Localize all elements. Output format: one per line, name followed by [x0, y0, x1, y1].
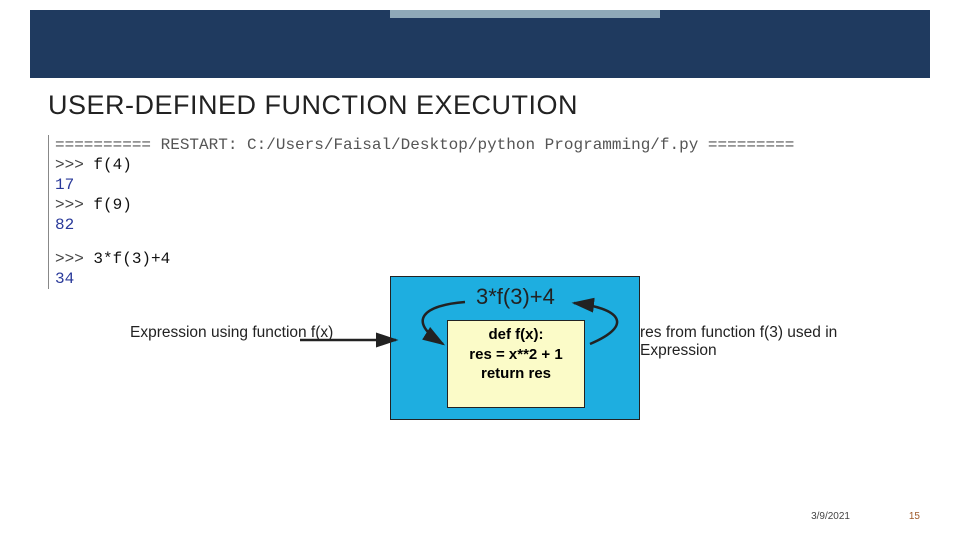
out-2: 82 [55, 215, 794, 235]
accent-seg-1 [30, 10, 390, 18]
accent-bar [30, 10, 930, 18]
accent-seg-3 [660, 10, 930, 18]
prompt: >>> [55, 196, 93, 214]
repl-line-2: >>> f(9) [55, 195, 794, 215]
call-1: f(4) [93, 156, 131, 174]
arrow-left-icon [300, 332, 410, 348]
arrow-out-of-def-icon [560, 300, 650, 360]
footer-date: 3/9/2021 [811, 511, 850, 522]
accent-seg-2 [390, 10, 660, 18]
call-2: f(9) [93, 196, 131, 214]
right-caption: res from function f(3) used in Expressio… [640, 324, 900, 360]
repl-line-3: >>> 3*f(3)+4 [55, 249, 794, 269]
repl-line-1: >>> f(4) [55, 155, 794, 175]
diagram-expression: 3*f(3)+4 [476, 284, 555, 310]
call-3: 3*f(3)+4 [93, 250, 170, 268]
out-1: 17 [55, 175, 794, 195]
footer-page-number: 15 [909, 511, 920, 522]
restart-line: ========== RESTART: C:/Users/Faisal/Desk… [55, 135, 794, 155]
def-line-3: return res [448, 364, 584, 384]
arrow-into-def-icon [395, 300, 475, 360]
title-band [30, 18, 930, 78]
slide-title: USER-DEFINED FUNCTION EXECUTION [48, 90, 578, 121]
repl-transcript: ========== RESTART: C:/Users/Faisal/Desk… [48, 135, 794, 289]
prompt: >>> [55, 156, 93, 174]
prompt: >>> [55, 250, 93, 268]
